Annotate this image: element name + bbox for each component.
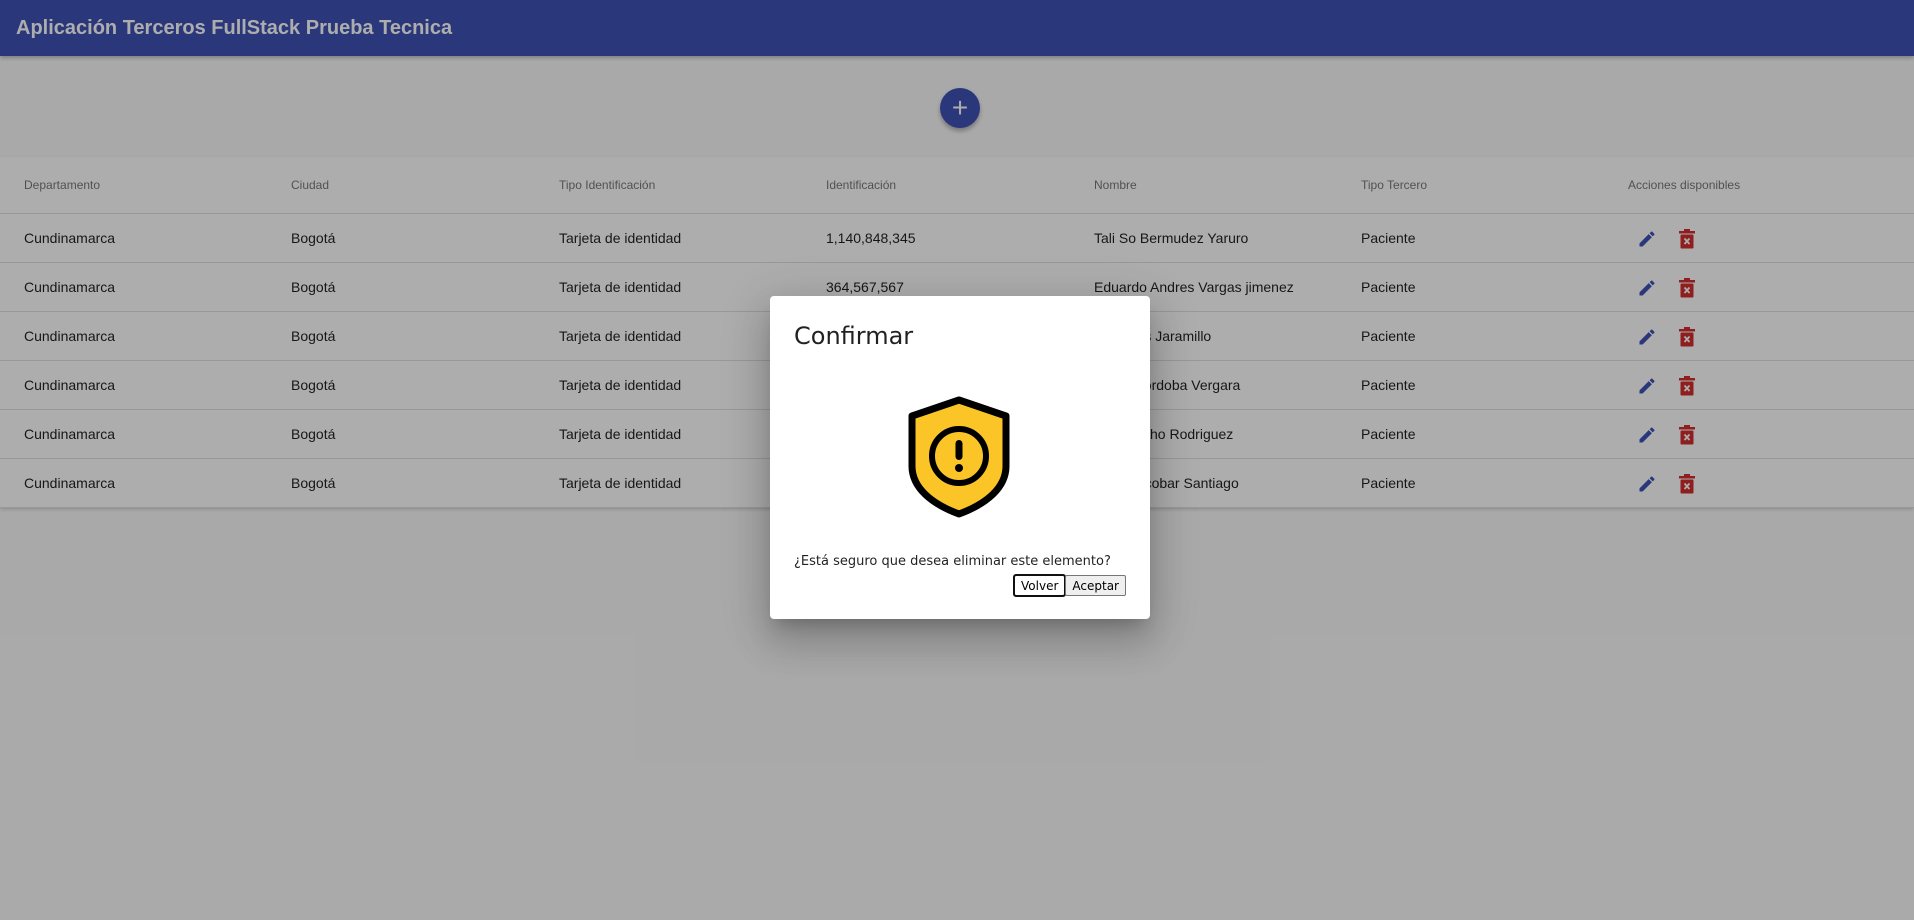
accept-button[interactable]: Aceptar bbox=[1065, 575, 1126, 596]
confirm-dialog: Confirmar ¿Está seguro que desea elimina… bbox=[770, 296, 1150, 619]
dialog-title: Confirmar bbox=[794, 322, 914, 350]
dialog-message: ¿Está seguro que desea eliminar este ele… bbox=[794, 554, 1111, 569]
dialog-actions: Volver Aceptar bbox=[1013, 574, 1126, 597]
cancel-button[interactable]: Volver bbox=[1013, 574, 1067, 597]
shield-warning-icon bbox=[908, 396, 1010, 518]
